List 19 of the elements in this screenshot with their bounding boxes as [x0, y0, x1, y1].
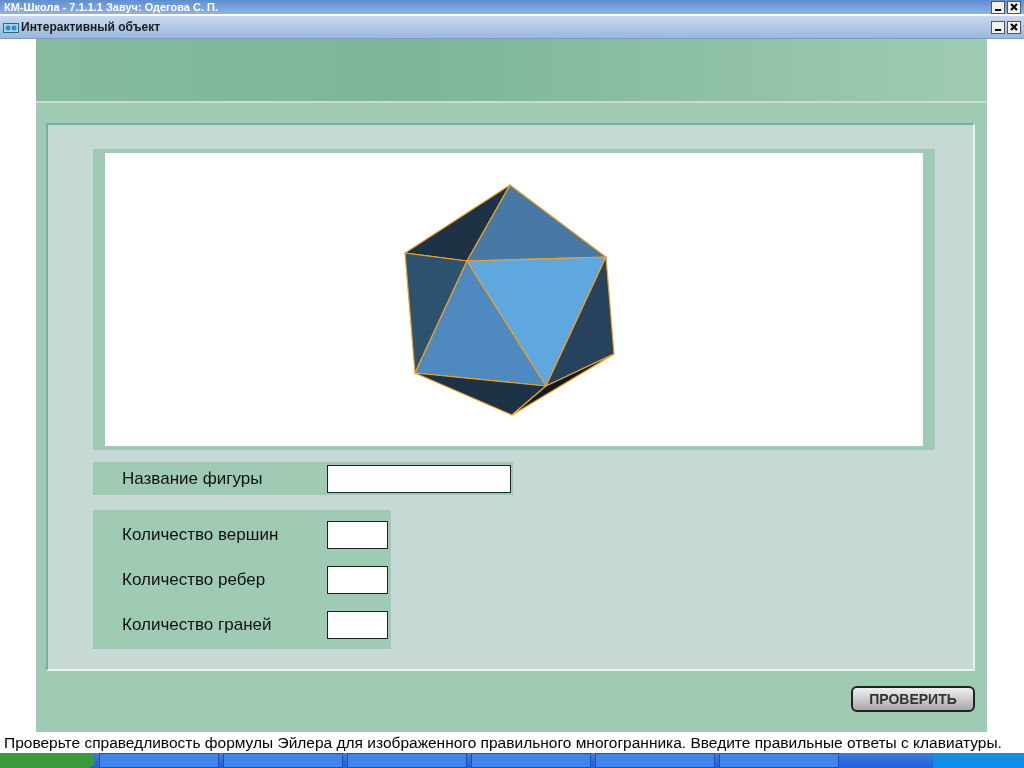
input-field[interactable] — [327, 565, 388, 594]
check-button[interactable]: ПРОВЕРИТЬ — [851, 686, 975, 712]
input-field[interactable] — [327, 520, 388, 549]
close-button[interactable] — [1007, 20, 1021, 34]
app-icon — [3, 21, 19, 33]
field-label: Количество ребер — [122, 569, 267, 590]
input-field[interactable] — [327, 610, 388, 639]
input-field[interactable] — [327, 464, 511, 493]
field-label: Название фигуры — [122, 468, 264, 489]
field-label: Количество вершин — [122, 524, 280, 545]
close-button[interactable] — [1007, 0, 1021, 14]
window-title: Интерактивный объект — [21, 20, 162, 34]
start-button[interactable] — [0, 753, 95, 768]
close-icon — [1010, 23, 1018, 31]
close-icon — [1010, 3, 1018, 11]
field-label: Количество граней — [122, 614, 273, 635]
minimize-button[interactable] — [991, 0, 1005, 14]
window-title: КМ-Школа - 7.1.1.1 Завуч: Одегова С. П. — [4, 0, 220, 14]
minimize-button[interactable] — [991, 20, 1005, 34]
